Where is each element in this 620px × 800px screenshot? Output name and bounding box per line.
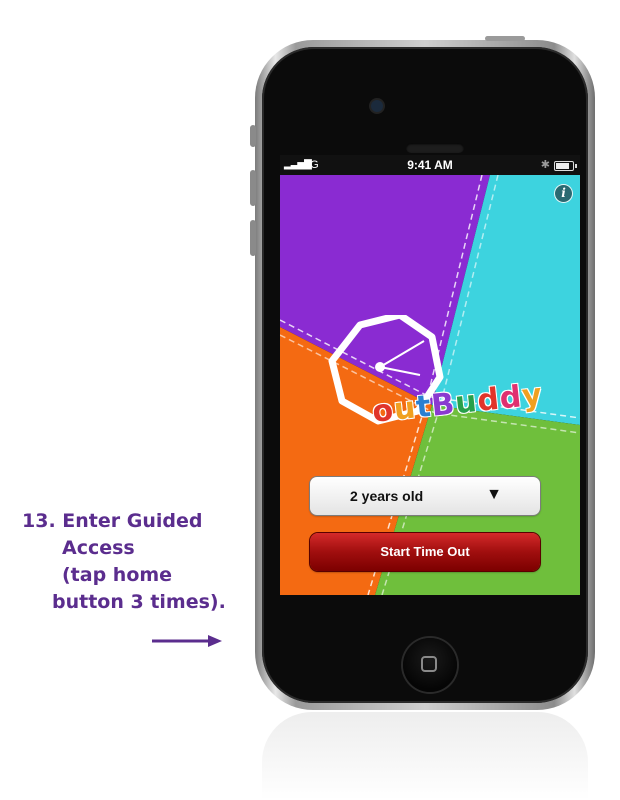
volume-down-button[interactable] (250, 220, 256, 256)
volume-up-button[interactable] (250, 170, 256, 206)
dropdown-caret-icon: ▼ (486, 486, 502, 503)
phone-screen: ▂▃▅▇ 3G 9:41 AM ✱ i outBuddy 2 years old… (280, 155, 580, 595)
info-button[interactable]: i (555, 185, 572, 202)
phone-reflection (262, 712, 588, 800)
home-button[interactable] (403, 638, 457, 692)
power-button[interactable] (485, 36, 525, 41)
age-select-value: 2 years old (350, 488, 424, 504)
outbuddy-app: i outBuddy 2 years old ▼ Start Time Out (280, 175, 580, 595)
front-camera (371, 100, 383, 112)
battery-icon (554, 161, 577, 171)
status-time: 9:41 AM (407, 158, 453, 172)
age-select[interactable]: 2 years old ▼ (310, 477, 540, 515)
instruction-line-3: (tap home (62, 564, 173, 586)
start-time-out-button[interactable]: Start Time Out (310, 533, 540, 571)
instruction-text: 13. Enter Guided Access (tap home button… (22, 508, 226, 616)
status-bar: ▂▃▅▇ 3G 9:41 AM ✱ (280, 155, 580, 175)
mute-switch[interactable] (250, 125, 256, 147)
home-square-icon (421, 656, 437, 672)
arrow-right-icon (152, 635, 222, 647)
instruction-line-4: button 3 times). (52, 591, 226, 613)
earpiece-speaker (406, 143, 464, 153)
instruction-line-2: Access (62, 537, 135, 559)
bluetooth-icon: ✱ (540, 159, 550, 171)
instruction-line-1: 13. Enter Guided (22, 510, 203, 532)
brand-letter: y (520, 377, 545, 415)
